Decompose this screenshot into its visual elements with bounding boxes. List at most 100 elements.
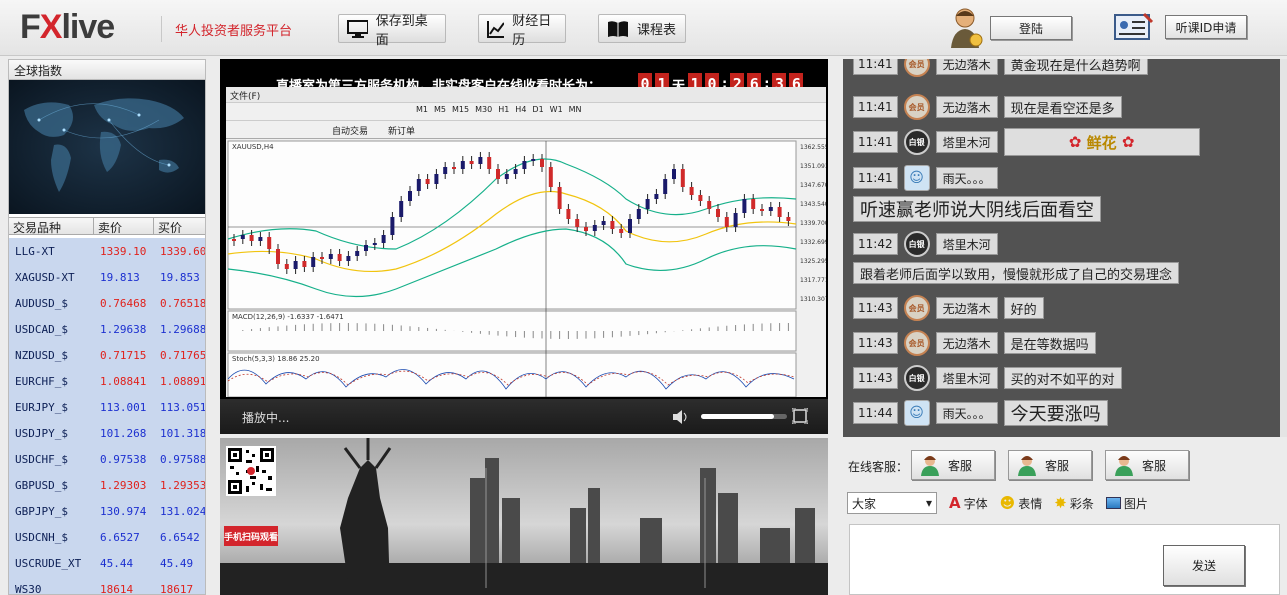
quote-row[interactable]: AUDUSD_$ 0.76468 0.76518	[9, 290, 205, 316]
recipient-select[interactable]: 大家 ▾	[847, 492, 937, 514]
image-button[interactable]: 图片	[1105, 495, 1148, 512]
apply-id-button[interactable]: 听课ID申请	[1165, 15, 1247, 39]
quote-row[interactable]: GBPUSD_$ 1.29303 1.29353	[9, 472, 205, 498]
quote-row[interactable]: USDCNH_$ 6.6527 6.6542	[9, 524, 205, 550]
customer-service-label: 客服	[948, 458, 973, 473]
message-username[interactable]: 塔里木河	[935, 233, 998, 255]
book-icon	[608, 20, 628, 37]
candle-body	[760, 209, 764, 211]
chat-message: 11:42 白银 塔里木河	[853, 231, 998, 257]
candle-body	[372, 243, 377, 245]
flower-icon: ✿	[1068, 133, 1082, 151]
mt4-macd-label: MACD(12,26,9) -1.6337 -1.6471	[232, 313, 344, 321]
candle-body	[689, 187, 694, 195]
message-username[interactable]: 雨天。。。	[935, 167, 998, 189]
message-text: 好的	[1003, 297, 1044, 319]
qr-code[interactable]	[226, 446, 276, 496]
quote-row[interactable]: USDJPY_$ 101.268 101.318	[9, 420, 205, 446]
ribbon-button[interactable]: ✸ 彩条	[1054, 494, 1094, 512]
timeframe-button: H1	[498, 105, 510, 114]
member-badge-icon[interactable]: 会员	[903, 295, 930, 321]
message-text: 买的对不如平的对	[1003, 367, 1122, 389]
candle-body	[610, 221, 615, 229]
col-sell: 卖价	[94, 218, 154, 235]
quote-sell: 1.29638	[100, 322, 147, 336]
candle-body	[672, 169, 676, 179]
customer-service-label: 客服	[1045, 458, 1070, 473]
volume-slider[interactable]	[701, 414, 787, 419]
member-badge-icon[interactable]: 白银	[903, 231, 930, 257]
quote-row[interactable]: WS30 18614 18617	[9, 576, 205, 595]
save-to-desktop-button[interactable]: 保存到桌面	[338, 14, 446, 48]
candle-body	[258, 237, 263, 241]
quote-row[interactable]: LLG-XT 1339.10 1339.60	[9, 238, 205, 264]
logo-divider	[161, 16, 162, 42]
candle-body	[267, 237, 272, 249]
volume-icon[interactable]	[672, 409, 690, 425]
quote-row[interactable]: EURJPY_$ 113.001 113.051	[9, 394, 205, 420]
customer-service-button[interactable]: 客服	[1105, 450, 1189, 480]
quote-row[interactable]: USCRUDE_XT 45.44 45.49	[9, 550, 205, 576]
candle-body	[680, 169, 685, 187]
quotes-panel: 全球指数 交易品种 卖价 买价 LLG-XT 1339.10 1339.60 XAGU…	[8, 59, 206, 595]
member-badge-icon[interactable]: 白银	[903, 129, 930, 155]
candle-body	[355, 251, 360, 256]
user-avatar-icon[interactable]: ☺	[903, 165, 930, 191]
mt4-menu-bar: 文件(F)	[226, 87, 826, 103]
quote-symbol: USCRUDE_XT	[15, 556, 82, 570]
fxlive-logo[interactable]: FXlive	[20, 8, 115, 47]
quote-buy: 0.97588	[160, 452, 205, 466]
volume-level	[701, 414, 775, 419]
quote-row[interactable]: USDCHF_$ 0.97538 0.97588	[9, 446, 205, 472]
quote-row[interactable]: NZDUSD_$ 0.71715 0.71765	[9, 342, 205, 368]
member-badge-icon[interactable]: 会员	[903, 59, 930, 77]
message-text: 今天要涨吗	[1003, 400, 1108, 426]
slogan: 华人投资者服务平台	[175, 24, 293, 39]
flower-icon: ✿	[1121, 133, 1135, 151]
chat-message: 11:43 会员 无边落木 是在等数据吗	[853, 330, 1096, 356]
quote-buy: 101.318	[160, 426, 205, 440]
quote-row[interactable]: EURCHF_$ 1.08841 1.08891	[9, 368, 205, 394]
member-badge-icon[interactable]: 会员	[903, 94, 930, 120]
candle-body	[399, 201, 404, 217]
schedule-button[interactable]: 课程表	[598, 14, 686, 43]
font-button[interactable]: A 字体	[949, 494, 988, 512]
user-avatar-icon[interactable]: ☺	[903, 400, 930, 426]
emoji-button[interactable]: ☻ 表情	[1000, 494, 1043, 512]
message-username[interactable]: 无边落木	[935, 59, 998, 75]
price-tick: 1317.771	[800, 277, 826, 284]
agent-icon	[1115, 456, 1133, 476]
quote-buy: 1.29353	[160, 478, 205, 492]
login-button[interactable]: 登陆	[990, 16, 1072, 40]
quote-row[interactable]: USDCAD_$ 1.29638 1.29688	[9, 316, 205, 342]
member-badge-icon[interactable]: 白银	[903, 365, 930, 391]
message-username[interactable]: 塔里木河	[935, 131, 998, 153]
chat-message: 跟着老师后面学以致用，慢慢就形成了自己的交易理念	[853, 262, 1180, 284]
image-label: 图片	[1123, 496, 1148, 511]
message-username[interactable]: 无边落木	[935, 332, 998, 354]
member-badge-icon[interactable]: 会员	[903, 330, 930, 356]
message-username[interactable]: 雨天。。。	[935, 402, 998, 424]
candle-body	[592, 225, 597, 231]
message-username[interactable]: 塔里木河	[935, 367, 998, 389]
candle-body	[628, 219, 632, 233]
quotes-header: 交易品种 卖价 买价	[9, 217, 205, 235]
customer-service-button[interactable]: 客服	[1008, 450, 1092, 480]
quote-sell: 130.974	[100, 504, 147, 518]
quote-row[interactable]: XAGUSD-XT 19.813 19.853	[9, 264, 205, 290]
logo-text-x: X	[39, 8, 63, 46]
candle-body	[408, 191, 412, 201]
customer-service-button[interactable]: 客服	[911, 450, 995, 480]
quote-symbol: WS30	[15, 582, 42, 595]
candle-body	[716, 209, 720, 217]
fullscreen-icon[interactable]	[792, 408, 808, 424]
message-username[interactable]: 无边落木	[935, 96, 998, 118]
star-icon: ✸	[1054, 494, 1067, 512]
quote-row[interactable]: GBPJPY_$ 130.974 131.024	[9, 498, 205, 524]
live-video-player[interactable]: 直播室为第三方服务机构，非实盘客户在线收看时长为： 01天10:26:36 文件…	[220, 59, 828, 434]
economic-calendar-button[interactable]: 财经日历	[478, 14, 566, 48]
message-username[interactable]: 无边落木	[935, 297, 998, 319]
send-button[interactable]: 发送	[1163, 545, 1245, 586]
candle-body	[619, 229, 624, 233]
chat-scrollbar[interactable]	[1280, 59, 1287, 437]
